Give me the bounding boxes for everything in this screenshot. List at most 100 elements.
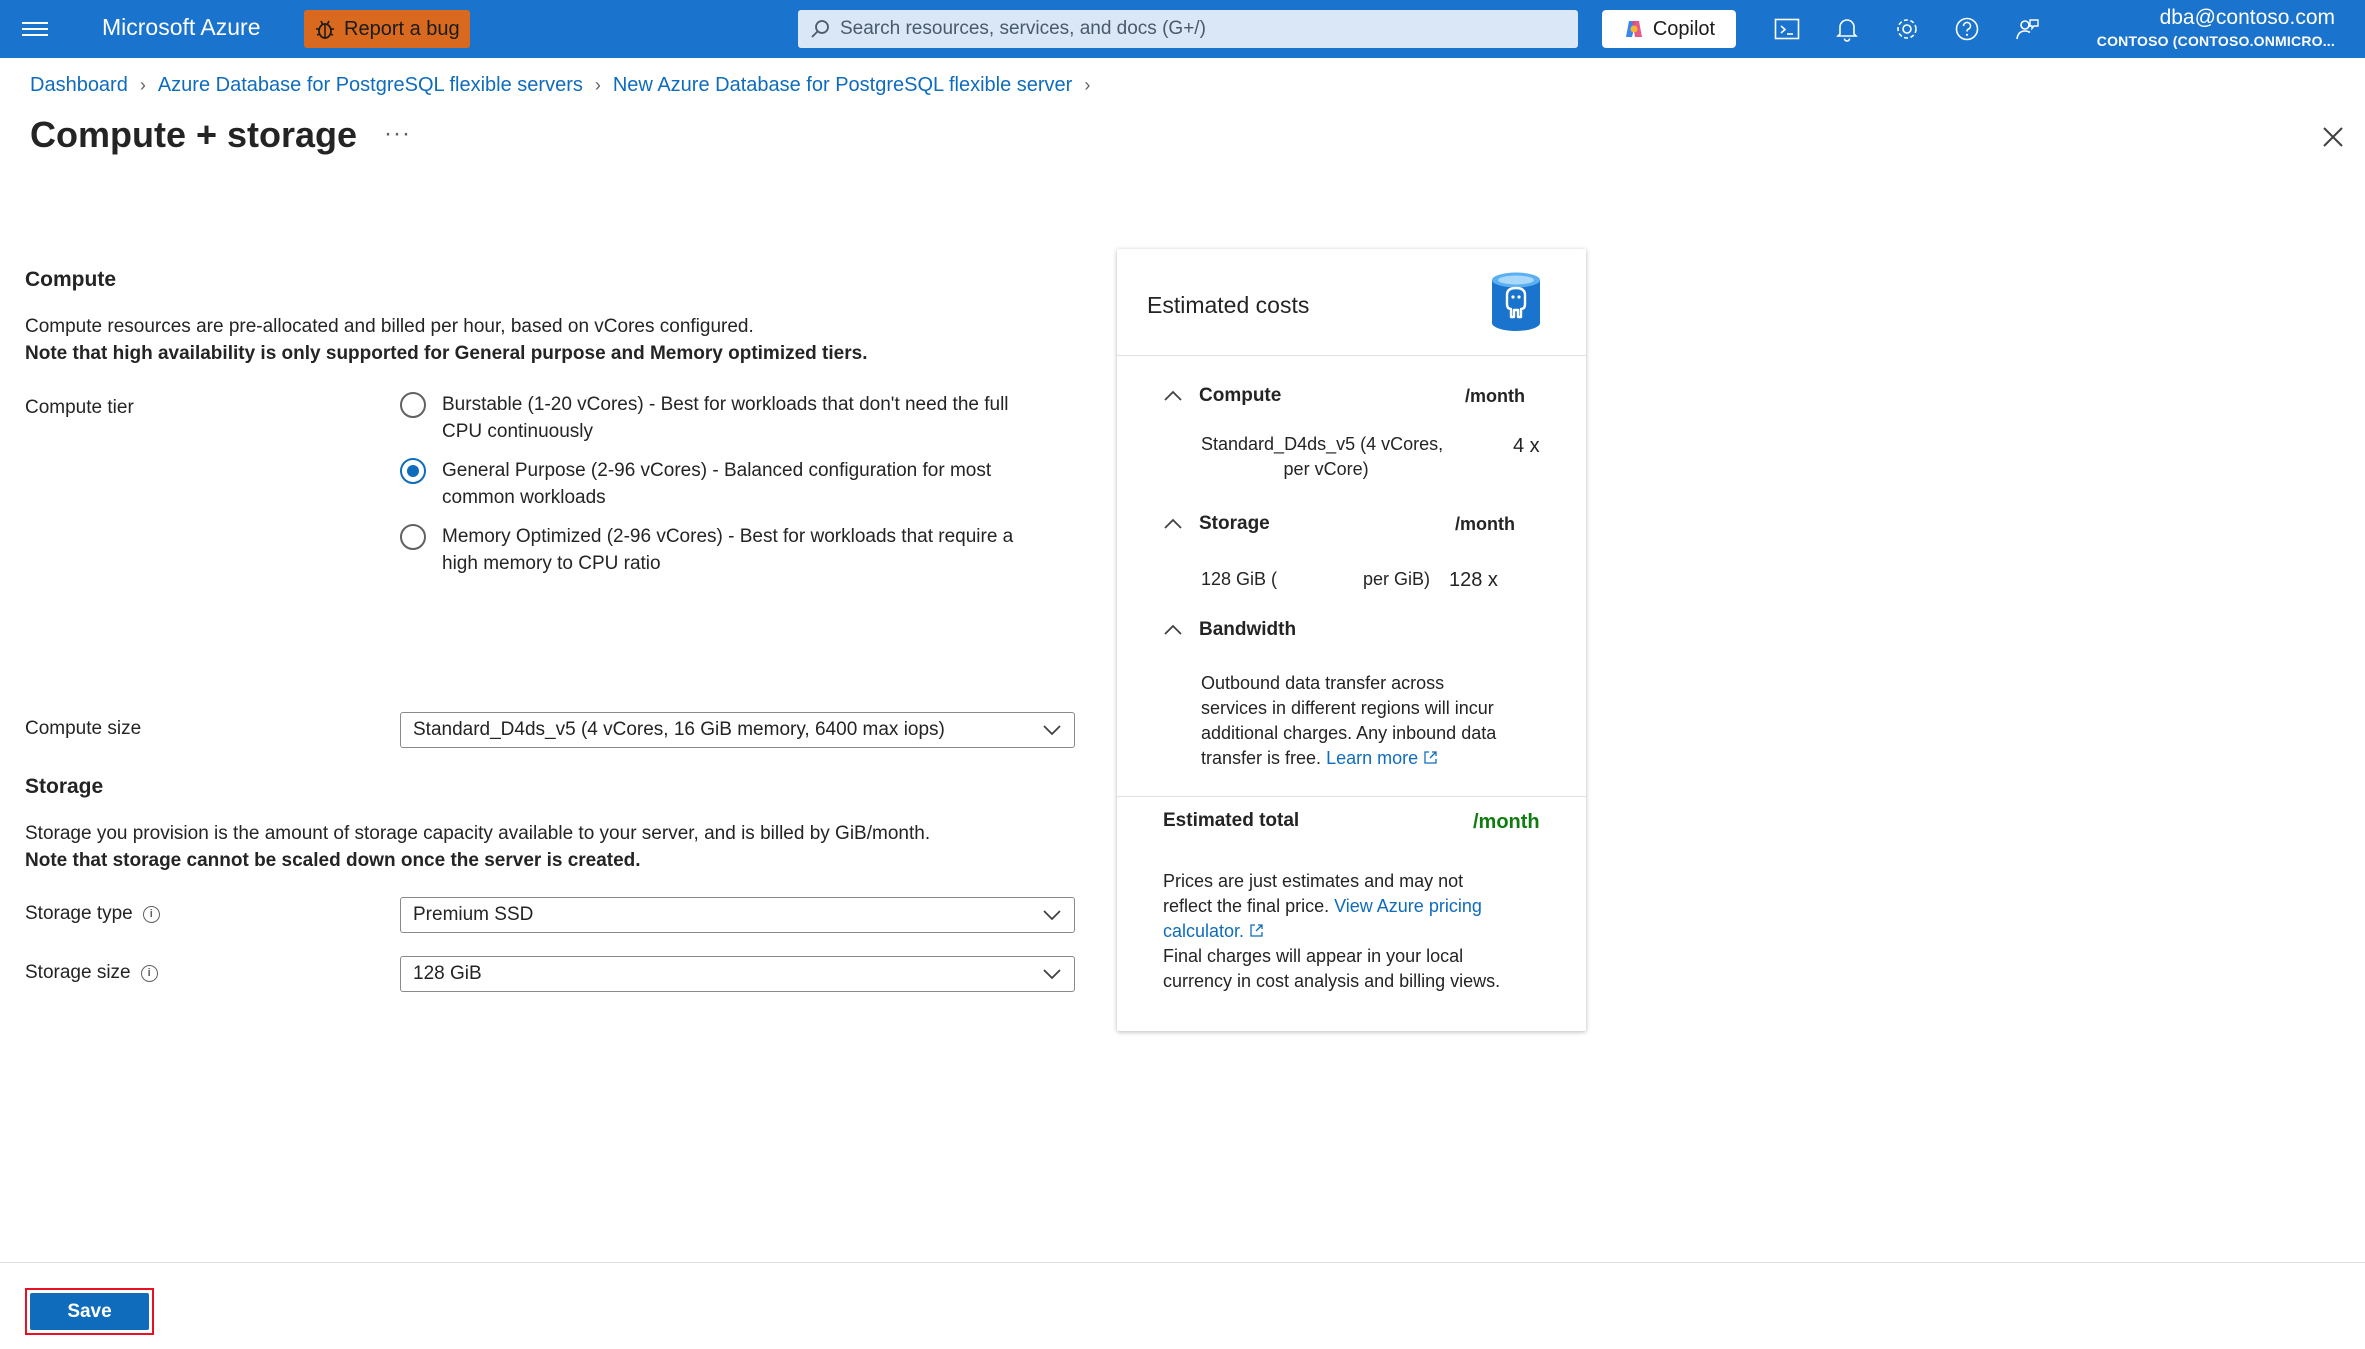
copilot-label: Copilot: [1652, 17, 1716, 40]
bandwidth-text-line: services in different regions will incur: [1201, 698, 1494, 718]
pricing-note: Prices are just estimates and may not re…: [1163, 869, 1563, 994]
cloud-shell-icon[interactable]: [1770, 12, 1804, 46]
bandwidth-text-line: transfer is free.: [1201, 748, 1322, 768]
compute-ha-note: Note that high availability is only supp…: [25, 343, 868, 364]
storage-type-dropdown[interactable]: Premium SSD: [400, 897, 1075, 933]
account-tenant: CONTOSO (CONTOSO.ONMICRO...: [2096, 33, 2335, 49]
search-placeholder: Search resources, services, and docs (G+…: [840, 18, 1206, 39]
tier-text-line: General Purpose (2-96 vCores) - Balanced…: [442, 460, 992, 481]
storage-size-label: Storage size i: [25, 962, 158, 984]
menu-icon[interactable]: [22, 18, 48, 40]
storage-multiplier: 128 x: [1449, 569, 1498, 591]
storage-type-label-text: Storage type: [25, 903, 133, 924]
info-icon[interactable]: i: [140, 964, 158, 982]
chevron-down-icon: [1043, 725, 1061, 736]
copilot-button[interactable]: Copilot: [1602, 10, 1736, 48]
top-bar: Microsoft Azure Report a bug Search reso…: [0, 0, 2365, 58]
account-email: dba@contoso.com: [2159, 6, 2335, 29]
compute-tier-burstable-text: Burstable (1-20 vCores) - Best for workl…: [442, 391, 1009, 445]
compute-heading: Compute: [25, 268, 116, 291]
footer-divider: [0, 1262, 2365, 1263]
estimated-total-label: Estimated total: [1163, 810, 1300, 831]
bandwidth-text-line: additional charges. Any inbound data: [1201, 723, 1497, 743]
bandwidth-text-line: Outbound data transfer across: [1201, 673, 1445, 693]
compute-tier-burstable[interactable]: Burstable (1-20 vCores) - Best for workl…: [400, 391, 1080, 445]
storage-size-label-text: Storage size: [25, 962, 131, 983]
account-menu[interactable]: dba@contoso.com CONTOSO (CONTOSO.ONMICRO…: [2097, 6, 2335, 49]
estimated-total-per-month: /month: [1473, 811, 1540, 833]
more-options-icon[interactable]: ···: [384, 120, 411, 148]
compute-description: Compute resources are pre-allocated and …: [25, 313, 867, 367]
estimated-costs-card: Estimated costs Compute /month Standard_…: [1117, 249, 1586, 1031]
storage-type-value: Premium SSD: [413, 904, 534, 925]
info-icon[interactable]: i: [142, 905, 160, 923]
save-button[interactable]: Save: [30, 1293, 149, 1330]
save-button-highlight: Save: [25, 1288, 154, 1335]
pricing-calculator-link[interactable]: View Azure pricing: [1334, 896, 1482, 916]
compute-multiplier: 4 x: [1513, 435, 1540, 457]
compute-tier-memory-optimized-text: Memory Optimized (2-96 vCores) - Best fo…: [442, 523, 1013, 577]
compute-cost-label: Compute: [1199, 385, 1282, 406]
external-link-icon: [1424, 751, 1437, 764]
storage-cost-toggle[interactable]: Storage: [1163, 513, 1270, 535]
learn-more-text: Learn more: [1326, 748, 1419, 768]
notifications-bell-icon[interactable]: [1830, 12, 1864, 46]
breadcrumb-new-server[interactable]: New Azure Database for PostgreSQL flexib…: [613, 74, 1072, 97]
storage-description-line: Storage you provision is the amount of s…: [25, 823, 931, 844]
report-bug-button[interactable]: Report a bug: [304, 10, 470, 48]
postgresql-database-icon: [1492, 272, 1540, 331]
chevron-right-icon: ›: [1084, 75, 1091, 95]
compute-cost-detail: Standard_D4ds_v5 (4 vCores, per vCore): [1201, 432, 1443, 482]
chevron-right-icon: ›: [594, 75, 601, 95]
close-icon[interactable]: [2318, 122, 2348, 152]
radio-general-purpose[interactable]: [400, 458, 426, 484]
compute-cost-toggle[interactable]: Compute: [1163, 385, 1281, 407]
storage-per-month: /month: [1455, 514, 1515, 534]
chevron-up-icon: [1164, 624, 1182, 635]
storage-cost-detail-right: per GiB): [1363, 569, 1431, 589]
storage-scale-note: Note that storage cannot be scaled down …: [25, 850, 641, 871]
copilot-icon: [1625, 21, 1642, 37]
pricing-note-line: Prices are just estimates and may not: [1163, 871, 1464, 891]
compute-tier-general-purpose-text: General Purpose (2-96 vCores) - Balanced…: [442, 457, 991, 511]
page-title: Compute + storage: [30, 114, 358, 155]
help-icon[interactable]: [1950, 12, 1984, 46]
breadcrumb: Dashboard › Azure Database for PostgreSQ…: [30, 74, 1090, 97]
brand-name[interactable]: Microsoft Azure: [102, 14, 261, 41]
feedback-icon[interactable]: [2010, 12, 2044, 46]
compute-size-label: Compute size: [25, 718, 142, 739]
chevron-down-icon: [1043, 910, 1061, 921]
compute-tier-general-purpose[interactable]: General Purpose (2-96 vCores) - Balanced…: [400, 457, 1080, 511]
pricing-calculator-link-cont[interactable]: calculator.: [1163, 921, 1244, 941]
tier-text-line: common workloads: [442, 487, 606, 508]
compute-size-value: Standard_D4ds_v5 (4 vCores, 16 GiB memor…: [413, 719, 945, 740]
compute-size-dropdown[interactable]: Standard_D4ds_v5 (4 vCores, 16 GiB memor…: [400, 712, 1075, 748]
storage-size-dropdown[interactable]: 128 GiB: [400, 956, 1075, 992]
report-bug-label: Report a bug: [344, 17, 460, 40]
bandwidth-cost-toggle[interactable]: Bandwidth: [1163, 619, 1296, 641]
breadcrumb-dashboard[interactable]: Dashboard: [30, 74, 128, 97]
chevron-right-icon: ›: [139, 75, 146, 95]
chevron-up-icon: [1164, 518, 1182, 529]
compute-description-line: Compute resources are pre-allocated and …: [25, 316, 754, 337]
tier-text-line: CPU continuously: [442, 421, 594, 442]
divider: [1117, 796, 1586, 797]
pricing-note-line: reflect the final price.: [1163, 896, 1330, 916]
pricing-note-line: currency in cost analysis and billing vi…: [1163, 971, 1501, 991]
storage-size-value: 128 GiB: [413, 963, 482, 984]
radio-burstable[interactable]: [400, 392, 426, 418]
divider: [1117, 355, 1586, 356]
storage-cost-label: Storage: [1199, 513, 1270, 534]
pricing-note-line: Final charges will appear in your local: [1163, 946, 1464, 966]
search-input[interactable]: Search resources, services, and docs (G+…: [798, 10, 1578, 48]
storage-cost-detail-left: 128 GiB (: [1201, 569, 1278, 589]
compute-tier-memory-optimized[interactable]: Memory Optimized (2-96 vCores) - Best fo…: [400, 523, 1080, 577]
bug-icon: [316, 20, 334, 39]
learn-more-link[interactable]: Learn more: [1326, 748, 1438, 768]
search-icon: [811, 20, 829, 38]
tier-text-line: high memory to CPU ratio: [442, 553, 661, 574]
breadcrumb-postgresql-servers[interactable]: Azure Database for PostgreSQL flexible s…: [158, 74, 583, 97]
radio-memory-optimized[interactable]: [400, 524, 426, 550]
compute-per-month: /month: [1465, 386, 1525, 406]
settings-gear-icon[interactable]: [1890, 12, 1924, 46]
